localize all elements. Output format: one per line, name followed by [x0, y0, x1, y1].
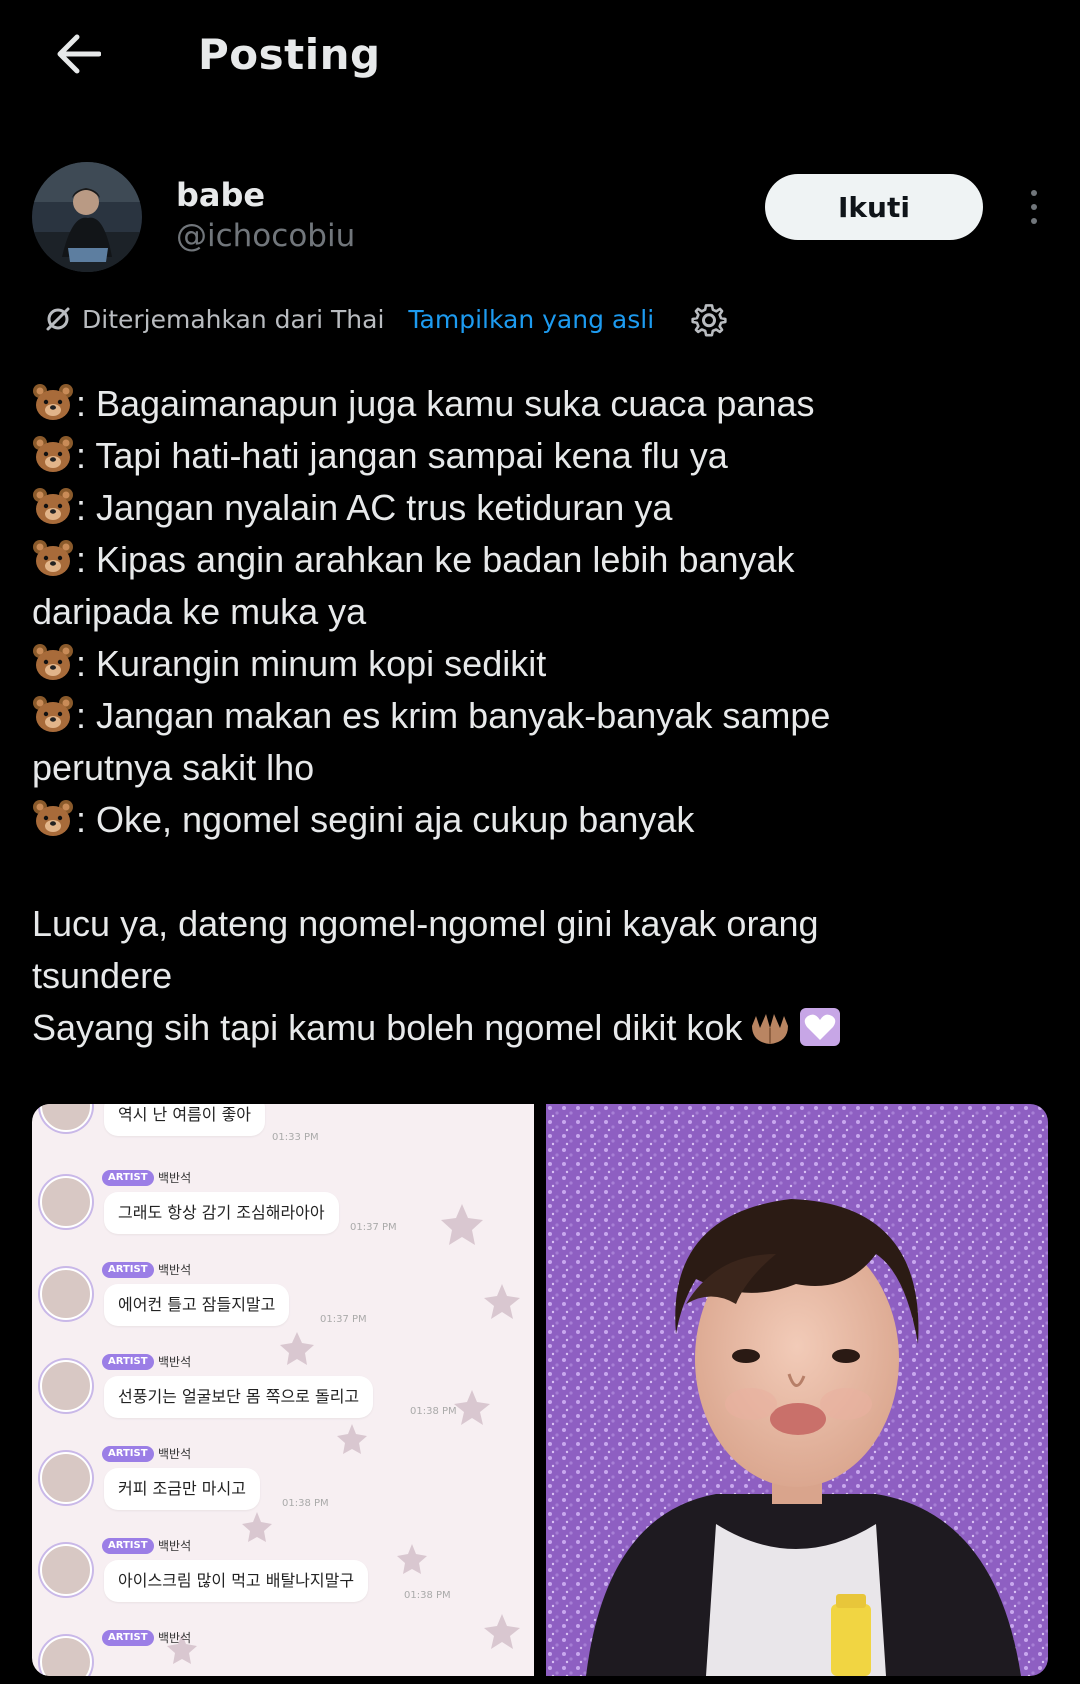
bear-face-icon [33, 384, 73, 420]
chat-bubble: 그래도 항상 감기 조심해라아아 [104, 1192, 339, 1234]
bear-face-icon [33, 644, 73, 680]
chat-message: ARTIST 백반석 그래도 항상 감기 조심해라아아 01:37 PM [32, 1170, 534, 1262]
chat-bubble: 아이스크림 많이 먹고 배탈나지말구 [104, 1560, 369, 1602]
post-line: : Bagaimanapun juga kamu suka cuaca pana… [32, 378, 1032, 430]
page-title: Posting [198, 30, 381, 79]
chat-avatar [40, 1268, 92, 1320]
post-line: tsundere [32, 955, 173, 996]
chat-avatar [40, 1360, 92, 1412]
chat-bubble: 역시 난 여름이 좋아 [104, 1104, 266, 1136]
artist-badge: ARTIST [102, 1262, 154, 1278]
follow-button[interactable]: Ikuti [765, 174, 983, 240]
bear-face-icon [33, 540, 73, 576]
arrow-left-icon [57, 34, 101, 74]
chat-message: 역시 난 여름이 좋아 01:33 PM [32, 1104, 534, 1166]
chat-message: ARTIST 백반석 선풍기는 얼굴보단 몸 쪽으로 돌리고 01:38 PM [32, 1354, 534, 1446]
chat-time: 01:38 PM [282, 1498, 329, 1509]
top-bar: Posting [0, 0, 1080, 120]
chat-time: 01:37 PM [350, 1222, 397, 1233]
artist-badge: ARTIST [102, 1170, 154, 1186]
bear-face-icon [33, 800, 73, 836]
gear-icon [691, 304, 727, 337]
chat-bubble: 커피 조금만 마시고 [104, 1468, 260, 1510]
post-line: : Jangan makan es krim banyak-banyak sam… [32, 690, 1032, 742]
chat-time: 01:38 PM [404, 1590, 451, 1601]
media-image-chat-screenshot[interactable]: 역시 난 여름이 좋아 01:33 PM ARTIST 백반석 그래도 항상 감… [32, 1104, 534, 1676]
chat-message: ARTIST 백반석 커피 조금만 마시고 01:38 PM [32, 1446, 534, 1538]
translation-settings-button[interactable] [688, 298, 730, 340]
post-line: : Tapi hati-hati jangan sampai kena flu … [32, 430, 1032, 482]
chat-bubble: 선풍기는 얼굴보단 몸 쪽으로 돌리고 [104, 1376, 374, 1418]
artist-name: 백반석 [158, 1447, 192, 1461]
avatar[interactable] [32, 162, 142, 272]
translation-bar: Diterjemahkan dari Thai Tampilkan yang a… [44, 298, 730, 340]
chat-avatar [40, 1636, 92, 1676]
chat-time: 01:37 PM [320, 1314, 367, 1325]
translate-icon [46, 307, 70, 331]
artist-name: 백반석 [158, 1355, 192, 1369]
artist-badge: ARTIST [102, 1446, 154, 1462]
post-media: 역시 난 여름이 좋아 01:33 PM ARTIST 백반석 그래도 항상 감… [32, 1104, 1048, 1676]
display-name[interactable]: babe [176, 176, 265, 214]
artist-badge: ARTIST [102, 1630, 154, 1646]
chat-avatar [40, 1176, 92, 1228]
artist-badge: ARTIST [102, 1354, 154, 1370]
media-image-portrait[interactable] [546, 1104, 1048, 1676]
chat-avatar [40, 1104, 92, 1132]
chat-bubble: 에어컨 틀고 잠들지말고 [104, 1284, 290, 1326]
bear-face-icon [33, 488, 73, 524]
white-heart-icon [800, 1008, 841, 1046]
user-handle[interactable]: @ichocobiu [176, 218, 355, 254]
more-dot [1031, 218, 1037, 224]
post-line: Lucu ya, dateng ngomel-ngomel gini kayak… [32, 903, 819, 944]
artist-name: 백반석 [158, 1171, 192, 1185]
artist-name: 백반석 [158, 1539, 192, 1553]
post-author: babe @ichocobiu Ikuti [32, 162, 1048, 272]
bear-face-icon [33, 436, 73, 472]
post-line: : Kurangin minum kopi sedikit [32, 638, 1032, 690]
more-options-button[interactable] [1014, 184, 1054, 230]
post-line: : Kipas angin arahkan ke badan lebih ban… [32, 534, 1032, 586]
chat-message: ARTIST 백반석 에어컨 틀고 잠들지말고 01:37 PM [32, 1262, 534, 1354]
post-line: Sayang sih tapi kamu boleh ngomel dikit … [32, 1002, 1032, 1054]
chat-message: ARTIST 백반석 아이스크림 많이 먹고 배탈나지말구 01:38 PM [32, 1538, 534, 1630]
chat-avatar [40, 1452, 92, 1504]
back-button[interactable] [46, 22, 110, 86]
chat-time: 01:33 PM [272, 1132, 319, 1143]
bear-face-icon [33, 696, 73, 732]
more-dot [1031, 190, 1037, 196]
show-original-link[interactable]: Tampilkan yang asli [408, 305, 654, 334]
post-line: : Oke, ngomel segini aja cukup banyak [32, 794, 1032, 846]
artist-name: 백반석 [158, 1263, 192, 1277]
chat-time: 01:38 PM [410, 1406, 457, 1417]
artist-name: 백반석 [158, 1631, 192, 1645]
post-line: daripada ke muka ya [32, 591, 367, 632]
portrait-photo [546, 1104, 1048, 1676]
post-text: : Bagaimanapun juga kamu suka cuaca pana… [32, 378, 1032, 1054]
artist-badge: ARTIST [102, 1538, 154, 1554]
chat-avatar [40, 1544, 92, 1596]
translated-from-label: Diterjemahkan dari Thai [82, 304, 385, 334]
more-dot [1031, 204, 1037, 210]
palms-up-icon [752, 1014, 789, 1044]
chat-message: ARTIST 백반석 [32, 1630, 534, 1676]
post-line: perutnya sakit lho [32, 747, 315, 788]
post-line: : Jangan nyalain AC trus ketiduran ya [32, 482, 1032, 534]
